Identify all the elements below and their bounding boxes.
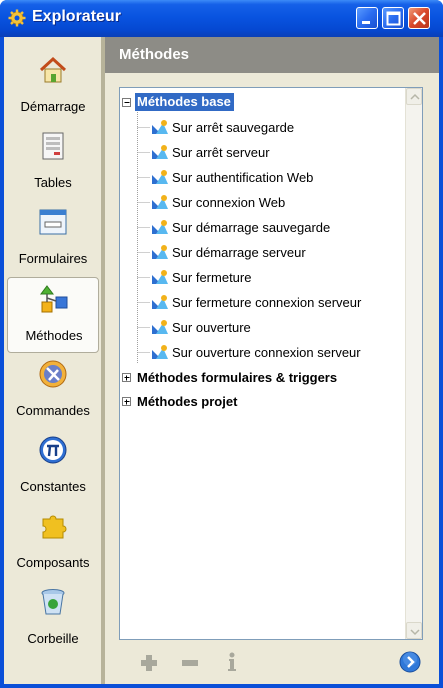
tree-item-label: Sur authentification Web [172, 170, 314, 185]
bottom-toolbar [105, 640, 439, 684]
sidebar-item-constantes[interactable]: Constantes [7, 429, 99, 505]
sidebar-item-formulaires[interactable]: Formulaires [7, 201, 99, 277]
tree-item-label: Sur connexion Web [172, 195, 286, 210]
tree-group-label: Méthodes formulaires & triggers [137, 370, 338, 385]
commands-icon [39, 360, 67, 388]
close-button[interactable] [408, 7, 430, 29]
explorer-window: Explorateur Démarrage Tables Formulaires… [0, 0, 443, 688]
info-icon[interactable] [227, 652, 237, 672]
scroll-up-button[interactable] [406, 88, 422, 105]
panel-header: Méthodes [105, 37, 439, 73]
method-icon [152, 345, 168, 359]
sidebar-item-corbeille[interactable]: Corbeille [7, 581, 99, 657]
sidebar-item-demarrage[interactable]: Démarrage [7, 49, 99, 125]
sidebar-item-commandes[interactable]: Commandes [7, 353, 99, 429]
tree-item-label: Sur arrêt sauvegarde [172, 120, 295, 135]
sidebar-item-label: Méthodes [25, 328, 83, 343]
tree-item-label: Sur fermeture connexion serveur [172, 295, 362, 310]
arrow-right-icon[interactable] [399, 651, 421, 673]
sidebar-item-composants[interactable]: Composants [7, 505, 99, 581]
expand-icon[interactable] [122, 373, 131, 382]
method-icon [152, 170, 168, 184]
window-title: Explorateur [32, 8, 121, 25]
tree-item-label: Sur démarrage serveur [172, 245, 306, 260]
method-icon [152, 195, 168, 209]
method-icon [152, 220, 168, 234]
collapse-icon[interactable] [122, 98, 131, 107]
minimize-button[interactable] [356, 7, 378, 29]
minus-icon[interactable] [181, 659, 199, 667]
tree-group-label: Méthodes base [135, 93, 234, 111]
sidebar-item-label: Démarrage [20, 99, 86, 114]
panel-title: Méthodes [119, 46, 190, 63]
tree-item-label: Sur ouverture connexion serveur [172, 345, 361, 360]
plus-icon[interactable] [140, 654, 158, 672]
puzzle-icon [42, 515, 67, 539]
methods-icon [40, 285, 68, 313]
method-icon [152, 120, 168, 134]
method-icon [152, 145, 168, 159]
sidebar-item-methodes[interactable]: Méthodes [7, 277, 99, 353]
sidebar-item-label: Constantes [20, 479, 86, 494]
sidebar-item-label: Corbeille [27, 631, 79, 646]
tree-item-label: Sur ouverture [172, 320, 251, 335]
sidebar-item-label: Commandes [16, 403, 90, 418]
expand-icon[interactable] [122, 397, 131, 406]
tree-item-label: Sur démarrage sauvegarde [172, 220, 331, 235]
methods-panel: Méthodes Méthodes base Sur arrêt sauvega… [105, 37, 439, 684]
tree-item-label: Sur fermeture [172, 270, 252, 285]
maximize-icon [386, 11, 401, 26]
method-icon [152, 295, 168, 309]
window-body: Démarrage Tables Formulaires Méthodes Co… [4, 37, 439, 684]
title-bar[interactable]: Explorateur [0, 0, 443, 37]
tree-item-label: Sur arrêt serveur [172, 145, 270, 160]
chevron-up-icon [410, 93, 420, 100]
sidebar: Démarrage Tables Formulaires Méthodes Co… [4, 37, 101, 684]
tables-icon [42, 132, 64, 160]
minimize-icon [362, 21, 370, 24]
method-icon [152, 270, 168, 284]
close-icon [413, 12, 426, 25]
method-icon [152, 245, 168, 259]
forms-icon [39, 209, 67, 235]
method-tree[interactable]: Méthodes base Sur arrêt sauvegarde Sur a… [119, 87, 423, 640]
home-icon [39, 56, 67, 83]
tree-group-label: Méthodes projet [137, 394, 238, 409]
sidebar-item-label: Formulaires [18, 251, 88, 266]
gear-icon [8, 9, 26, 27]
trash-icon [41, 589, 65, 615]
sidebar-item-label: Tables [34, 175, 72, 190]
sidebar-item-tables[interactable]: Tables [7, 125, 99, 201]
chevron-down-icon [410, 629, 420, 636]
method-icon [152, 320, 168, 334]
pi-icon [39, 436, 67, 464]
scroll-down-button[interactable] [406, 622, 422, 639]
vertical-scrollbar[interactable] [405, 88, 422, 639]
sidebar-item-label: Composants [16, 555, 90, 570]
maximize-button[interactable] [382, 7, 404, 29]
